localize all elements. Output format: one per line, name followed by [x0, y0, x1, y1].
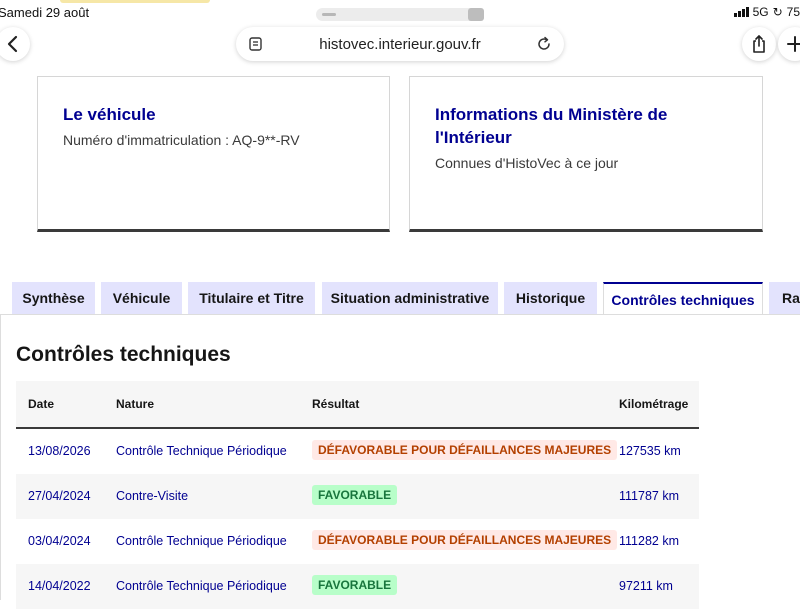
ministry-card: Informations du Ministère de l'Intérieur…: [409, 76, 763, 232]
status-bar: Samedi 29 août 5G ↻ 75: [0, 0, 800, 26]
cell-nature: Contre-Visite: [116, 489, 189, 503]
registration-number: Numéro d'immatriculation : AQ-9**-RV: [63, 132, 300, 148]
new-tab-button[interactable]: [778, 27, 800, 61]
tab-vehicule[interactable]: Véhicule: [101, 282, 182, 314]
battery-level: 75: [786, 5, 800, 19]
network-label: 5G: [752, 5, 769, 19]
table-row: 14/04/2022 Contrôle Technique Périodique…: [16, 564, 699, 609]
result-badge: FAVORABLE: [312, 485, 398, 505]
url-text[interactable]: histovec.interieur.gouv.fr: [236, 36, 564, 53]
ministry-card-description: Connues d'HistoVec à ce jour: [435, 155, 619, 171]
table-row: 03/04/2024 Contrôle Technique Périodique…: [16, 519, 699, 564]
tab-indicator: [60, 0, 210, 3]
cell-mileage: 127535 km: [619, 444, 681, 458]
pill-dot: [322, 13, 336, 16]
cell-date: 13/08/2026: [28, 444, 91, 458]
plus-icon: [787, 36, 800, 52]
section-title: Contrôles techniques: [16, 343, 231, 366]
table-row: 13/08/2026 Contrôle Technique Périodique…: [16, 429, 699, 474]
table-header: Date Nature Résultat Kilométrage: [16, 381, 699, 429]
panel-border: [0, 314, 1, 600]
signal-icon: [733, 7, 749, 17]
address-bar[interactable]: histovec.interieur.gouv.fr: [236, 27, 564, 61]
chevron-left-icon: [7, 35, 18, 53]
tab-titulaire-titre[interactable]: Titulaire et Titre: [188, 282, 315, 314]
cell-mileage: 111282 km: [619, 534, 679, 548]
ministry-card-title: Informations du Ministère de l'Intérieur: [435, 105, 668, 147]
status-indicators: 5G ↻ 75: [733, 5, 800, 19]
cell-date: 27/04/2024: [28, 489, 91, 503]
header-mileage: Kilométrage: [619, 397, 689, 411]
cell-date: 14/04/2022: [28, 579, 91, 593]
cell-mileage: 97211 km: [619, 579, 673, 593]
share-button[interactable]: [742, 27, 776, 61]
multitasking-pill[interactable]: [316, 8, 484, 21]
status-date: Samedi 29 août: [0, 5, 90, 20]
browser-toolbar: histovec.interieur.gouv.fr: [0, 26, 800, 76]
reload-icon[interactable]: [536, 36, 552, 52]
tab-divider: [0, 314, 800, 315]
table-row: 27/04/2024 Contre-Visite FAVORABLE 11178…: [16, 474, 699, 519]
result-badge: DÉFAVORABLE POUR DÉFAILLANCES MAJEURES: [312, 440, 618, 460]
cell-nature: Contrôle Technique Périodique: [116, 444, 287, 458]
tab-rapport[interactable]: Rap: [769, 282, 800, 314]
cell-nature: Contrôle Technique Périodique: [116, 534, 287, 548]
header-nature: Nature: [116, 397, 155, 411]
result-badge: DÉFAVORABLE POUR DÉFAILLANCES MAJEURES: [312, 530, 618, 550]
tab-bar: Synthèse Véhicule Titulaire et Titre Sit…: [0, 282, 800, 315]
tab-synthese[interactable]: Synthèse: [12, 282, 95, 314]
tab-controles-techniques[interactable]: Contrôles techniques: [603, 282, 763, 315]
tab-historique[interactable]: Historique: [504, 282, 597, 314]
cell-date: 03/04/2024: [28, 534, 91, 548]
cell-nature: Contrôle Technique Périodique: [116, 579, 287, 593]
result-badge: FAVORABLE: [312, 575, 398, 595]
share-icon: [753, 35, 765, 53]
technical-inspections-table: Date Nature Résultat Kilométrage 13/08/2…: [16, 381, 699, 609]
cell-mileage: 111787 km: [619, 489, 679, 503]
vehicle-card-title: Le véhicule: [63, 105, 156, 124]
orientation-lock-icon: ↻: [772, 5, 783, 19]
tab-situation-administrative[interactable]: Situation administrative: [322, 282, 498, 314]
vehicle-card: Le véhicule Numéro d'immatriculation : A…: [37, 76, 390, 232]
header-date: Date: [28, 397, 55, 411]
pill-knob: [468, 8, 484, 21]
header-result: Résultat: [312, 397, 360, 411]
back-button[interactable]: [0, 27, 30, 61]
